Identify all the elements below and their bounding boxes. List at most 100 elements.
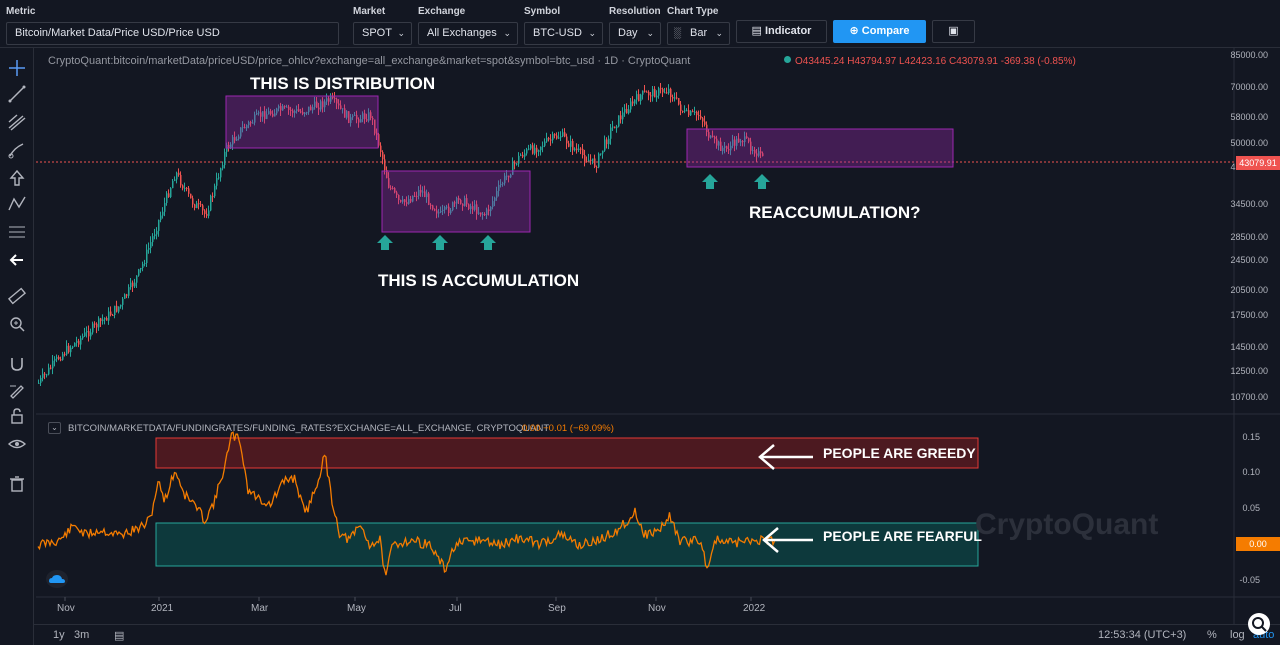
candle-body — [526, 149, 528, 154]
price-tick-label: 20500.00 — [1230, 285, 1268, 295]
candle-body — [518, 155, 520, 164]
zoom-search-button[interactable] — [1248, 613, 1270, 635]
candle-body — [224, 151, 226, 166]
eye-tool[interactable] — [5, 432, 29, 456]
funding-title: BITCOIN/MARKETDATA/FUNDINGRATES/FUNDING_… — [68, 423, 550, 434]
range-1y-button[interactable]: 1y — [53, 629, 65, 641]
candle-body — [702, 118, 704, 122]
candle-body — [642, 90, 644, 95]
reaccumulation-arrow-icon — [754, 174, 770, 189]
candle-body — [222, 165, 224, 169]
back-arrow-icon — [9, 254, 23, 266]
candle-body — [520, 154, 522, 156]
collapse-pane-button[interactable]: ⌄ — [48, 422, 61, 434]
candle-body — [580, 148, 582, 150]
candle-body — [60, 359, 62, 361]
candle-body — [600, 153, 602, 155]
candle-body — [556, 135, 558, 139]
candle-body — [570, 141, 572, 147]
clock-time: 12:53:34 (UTC+3) — [1098, 629, 1187, 641]
candle-body — [112, 314, 114, 316]
cloud-logo-icon[interactable] — [46, 570, 68, 588]
annotation-accumulation: THIS IS ACCUMULATION — [378, 271, 580, 290]
trendline-tool[interactable] — [5, 82, 29, 106]
range-3m-button[interactable]: 3m — [74, 629, 89, 641]
candle-body — [614, 126, 616, 129]
candle-body — [618, 115, 620, 127]
candle-body — [574, 148, 576, 151]
candle-body — [172, 180, 174, 189]
price-tick-label: 50000.00 — [1230, 138, 1268, 148]
chart-title: CryptoQuant:bitcoin/marketData/priceUSD/… — [48, 55, 691, 67]
candle-body — [104, 318, 106, 320]
accumulation-box — [381, 170, 531, 233]
magnet-tool[interactable] — [5, 352, 29, 376]
chart-area: CryptoQuant:bitcoin/marketData/priceUSD/… — [0, 0, 1280, 645]
funding-last-tag: 0.00 — [1236, 537, 1280, 551]
pattern-tool[interactable] — [5, 192, 29, 216]
candle-body — [114, 305, 116, 315]
zoom-tool[interactable] — [5, 312, 29, 336]
bottom-bar: 1y 3m ▤ 12:53:34 (UTC+3) % log auto — [34, 624, 1280, 645]
lock-draw-tool[interactable] — [5, 378, 29, 402]
percent-scale-button[interactable]: % — [1207, 629, 1217, 641]
trash-tool[interactable] — [5, 472, 29, 496]
crosshair-tool[interactable] — [5, 56, 29, 80]
price-tick-label: 70000.00 — [1230, 82, 1268, 92]
candle-body — [108, 311, 110, 321]
candle-body — [126, 294, 128, 296]
price-tick-label: 17500.00 — [1230, 310, 1268, 320]
candle-body — [68, 345, 70, 353]
candle-body — [578, 148, 580, 151]
ohlc-values: O43445.24 H43794.97 L42423.16 C43079.91 … — [795, 56, 1076, 67]
candle-body — [156, 230, 158, 235]
candle-body — [516, 163, 518, 165]
candle-body — [102, 319, 104, 322]
candle-body — [72, 346, 74, 348]
fib-tool[interactable] — [5, 220, 29, 244]
time-tick-label: Nov — [57, 603, 75, 614]
candle-body — [136, 275, 138, 283]
candle-body — [634, 99, 636, 104]
back-arrow-tool[interactable] — [5, 248, 29, 272]
pitchfork-tool[interactable] — [5, 110, 29, 134]
candle-body — [572, 141, 574, 151]
candle-body — [676, 97, 678, 99]
candle-body — [74, 342, 76, 347]
candle-body — [58, 356, 60, 360]
candle-body — [130, 282, 132, 288]
candle-body — [38, 382, 40, 384]
candle-body — [690, 111, 692, 116]
candle-body — [568, 143, 570, 147]
funding-tick-label: 0.10 — [1242, 467, 1260, 477]
date-range-icon[interactable]: ▤ — [114, 629, 124, 642]
chart-canvas[interactable] — [0, 0, 1280, 645]
candle-body — [220, 168, 222, 178]
candle-body — [658, 88, 660, 96]
candle-body — [654, 88, 656, 98]
time-tick-label: 2021 — [151, 603, 174, 614]
candle-body — [680, 104, 682, 111]
annotation-reaccumulation: REACCUMULATION? — [749, 203, 921, 222]
time-tick-label: Jul — [449, 603, 462, 614]
candle-body — [660, 88, 662, 90]
candle-body — [64, 353, 66, 355]
trash-icon — [10, 476, 24, 492]
lock-tool[interactable] — [5, 404, 29, 428]
candle-body — [384, 159, 386, 171]
candle-body — [602, 150, 604, 154]
candle-body — [40, 377, 42, 383]
candle-body — [566, 136, 568, 144]
candle-body — [550, 139, 552, 141]
arrow-up-tool[interactable] — [5, 166, 29, 190]
price-tick-label: 10700.00 — [1230, 392, 1268, 402]
log-scale-button[interactable]: log — [1230, 629, 1245, 641]
time-tick-label: Mar — [251, 603, 269, 614]
time-tick-label: Nov — [648, 603, 666, 614]
brush-tool[interactable] — [5, 138, 29, 162]
annotation-fearful: PEOPLE ARE FEARFUL — [823, 528, 982, 544]
candle-body — [90, 332, 92, 337]
candle-body — [672, 97, 674, 99]
candle-body — [668, 88, 670, 94]
ruler-tool[interactable] — [5, 284, 29, 308]
